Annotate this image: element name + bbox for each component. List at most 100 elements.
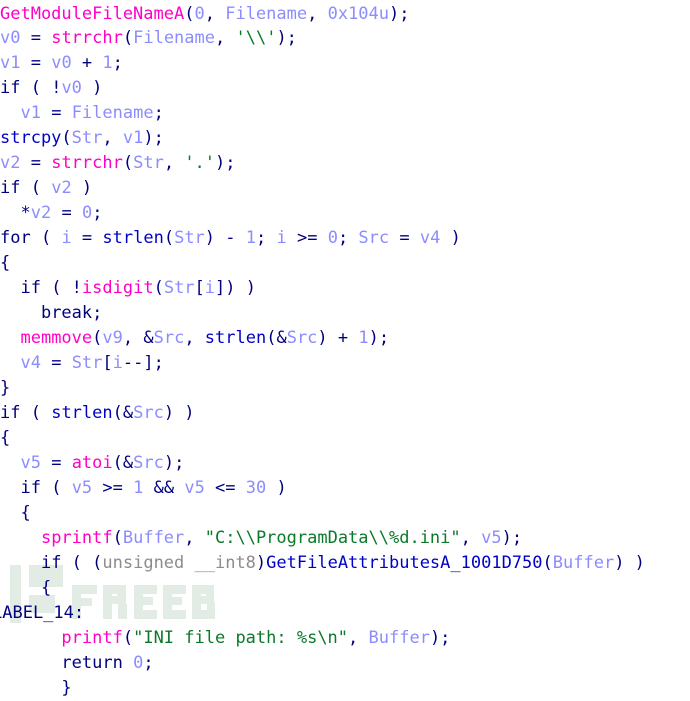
- variable-token[interactable]: v0: [51, 53, 71, 73]
- code-line[interactable]: v0 = strrchr(Filename, '\\');: [0, 26, 690, 51]
- punctuation-token: <=: [205, 478, 246, 498]
- variable-token[interactable]: v2: [0, 153, 20, 173]
- code-line[interactable]: }: [0, 376, 690, 401]
- code-line[interactable]: strcpy(Str, v1);: [0, 126, 690, 151]
- variable-token[interactable]: Src: [133, 453, 164, 473]
- punctuation-token: (: [20, 178, 51, 198]
- variable-token[interactable]: v4: [20, 353, 40, 373]
- variable-token[interactable]: Filename: [225, 4, 307, 24]
- indent-space: [0, 353, 20, 373]
- function-token[interactable]: GetFileAttributesA_1001D750: [266, 553, 542, 573]
- number-token: 1: [358, 328, 368, 348]
- library-function-token[interactable]: printf: [61, 628, 122, 648]
- variable-token[interactable]: Str: [72, 128, 103, 148]
- variable-token[interactable]: v2: [51, 178, 71, 198]
- indent-space: [0, 103, 20, 123]
- code-line[interactable]: if ( v2 ): [0, 176, 690, 201]
- variable-token[interactable]: Filename: [72, 103, 154, 123]
- variable-token[interactable]: v9: [102, 328, 122, 348]
- library-function-token[interactable]: memmove: [20, 328, 92, 348]
- variable-token[interactable]: Src: [358, 228, 389, 248]
- variable-token[interactable]: v0: [61, 78, 81, 98]
- code-line[interactable]: {: [0, 576, 690, 601]
- code-line[interactable]: return 0;: [0, 651, 690, 676]
- punctuation-token: (&: [113, 453, 133, 473]
- library-function-token[interactable]: strrchr: [51, 28, 123, 48]
- punctuation-token: );: [215, 153, 235, 173]
- type-token: unsigned __int8: [102, 553, 256, 573]
- number-token: 0: [82, 203, 92, 223]
- code-line[interactable]: v4 = Str[i--];: [0, 351, 690, 376]
- code-line[interactable]: for ( i = strlen(Str) - 1; i >= 0; Src =…: [0, 226, 690, 251]
- pseudocode-pane[interactable]: GetModuleFileNameA(0, Filename, 0x104u);…: [0, 0, 690, 629]
- punctuation-token: ;: [92, 203, 102, 223]
- punctuation-token: ,: [348, 628, 368, 648]
- code-line[interactable]: *v2 = 0;: [0, 201, 690, 226]
- code-line[interactable]: {: [0, 426, 690, 451]
- code-line[interactable]: GetModuleFileNameA(0, Filename, 0x104u);: [0, 0, 690, 26]
- variable-token[interactable]: Buffer: [553, 553, 614, 573]
- code-line[interactable]: {: [0, 501, 690, 526]
- variable-token[interactable]: Src: [287, 328, 318, 348]
- code-line[interactable]: break;: [0, 301, 690, 326]
- variable-token[interactable]: Str: [72, 353, 103, 373]
- punctuation-token: ) -: [205, 228, 246, 248]
- library-function-token[interactable]: GetModuleFileNameA: [0, 4, 184, 24]
- function-token[interactable]: strlen: [102, 228, 163, 248]
- variable-token[interactable]: i: [113, 353, 123, 373]
- variable-token[interactable]: v0: [0, 28, 20, 48]
- code-line[interactable]: if ( v5 >= 1 && v5 <= 30 ): [0, 476, 690, 501]
- code-line[interactable]: v2 = strrchr(Str, '.');: [0, 151, 690, 176]
- function-token[interactable]: strlen: [51, 403, 112, 423]
- code-line[interactable]: {: [0, 251, 690, 276]
- variable-token[interactable]: v5: [20, 453, 40, 473]
- variable-token[interactable]: v4: [420, 228, 440, 248]
- variable-token[interactable]: i: [276, 228, 286, 248]
- punctuation-token: ): [256, 553, 266, 573]
- code-line-label[interactable]: LABEL_14:: [0, 601, 690, 626]
- library-function-token[interactable]: strrchr: [51, 153, 123, 173]
- function-token[interactable]: strlen: [205, 328, 266, 348]
- variable-token[interactable]: Src: [154, 328, 185, 348]
- variable-token[interactable]: v1: [20, 103, 40, 123]
- variable-token[interactable]: v2: [31, 203, 51, 223]
- variable-token[interactable]: Buffer: [369, 628, 430, 648]
- punctuation-token: ;: [143, 653, 153, 673]
- variable-token[interactable]: Src: [133, 403, 164, 423]
- variable-token[interactable]: Filename: [133, 28, 215, 48]
- code-line[interactable]: v1 = Filename;: [0, 101, 690, 126]
- variable-token[interactable]: v1: [123, 128, 143, 148]
- punctuation-token: (: [41, 478, 72, 498]
- function-token[interactable]: strcpy: [0, 128, 61, 148]
- variable-token[interactable]: i: [61, 228, 71, 248]
- variable-token[interactable]: i: [205, 278, 215, 298]
- variable-token[interactable]: v5: [184, 478, 204, 498]
- variable-token[interactable]: Str: [164, 278, 195, 298]
- code-line[interactable]: }: [0, 676, 690, 701]
- code-line[interactable]: if ( !v0 ): [0, 76, 690, 101]
- punctuation-token: ,: [102, 128, 122, 148]
- variable-token[interactable]: Buffer: [123, 528, 184, 548]
- library-function-token[interactable]: sprintf: [41, 528, 113, 548]
- code-line[interactable]: if ( (unsigned __int8)GetFileAttributesA…: [0, 551, 690, 576]
- code-line[interactable]: printf("INI file path: %s\n", Buffer);: [0, 626, 690, 651]
- code-line[interactable]: if ( strlen(&Src) ): [0, 401, 690, 426]
- punctuation-token: =: [51, 203, 82, 223]
- variable-token[interactable]: v5: [72, 478, 92, 498]
- code-line[interactable]: v5 = atoi(&Src);: [0, 451, 690, 476]
- code-line[interactable]: memmove(v9, &Src, strlen(&Src) + 1);: [0, 326, 690, 351]
- variable-token[interactable]: Str: [133, 153, 164, 173]
- variable-token[interactable]: v5: [481, 528, 501, 548]
- keyword-token: return: [61, 653, 122, 673]
- punctuation-token: [123, 653, 133, 673]
- code-line[interactable]: sprintf(Buffer, "C:\\ProgramData\\%d.ini…: [0, 526, 690, 551]
- variable-token[interactable]: Str: [174, 228, 205, 248]
- library-function-token[interactable]: atoi: [72, 453, 113, 473]
- code-line[interactable]: v1 = v0 + 1;: [0, 51, 690, 76]
- indent-space: [0, 653, 61, 673]
- indent-space: [0, 578, 41, 598]
- variable-token[interactable]: v1: [0, 53, 20, 73]
- code-line[interactable]: if ( !isdigit(Str[i]) ): [0, 276, 690, 301]
- punctuation-token: ;: [256, 228, 276, 248]
- library-function-token[interactable]: isdigit: [82, 278, 154, 298]
